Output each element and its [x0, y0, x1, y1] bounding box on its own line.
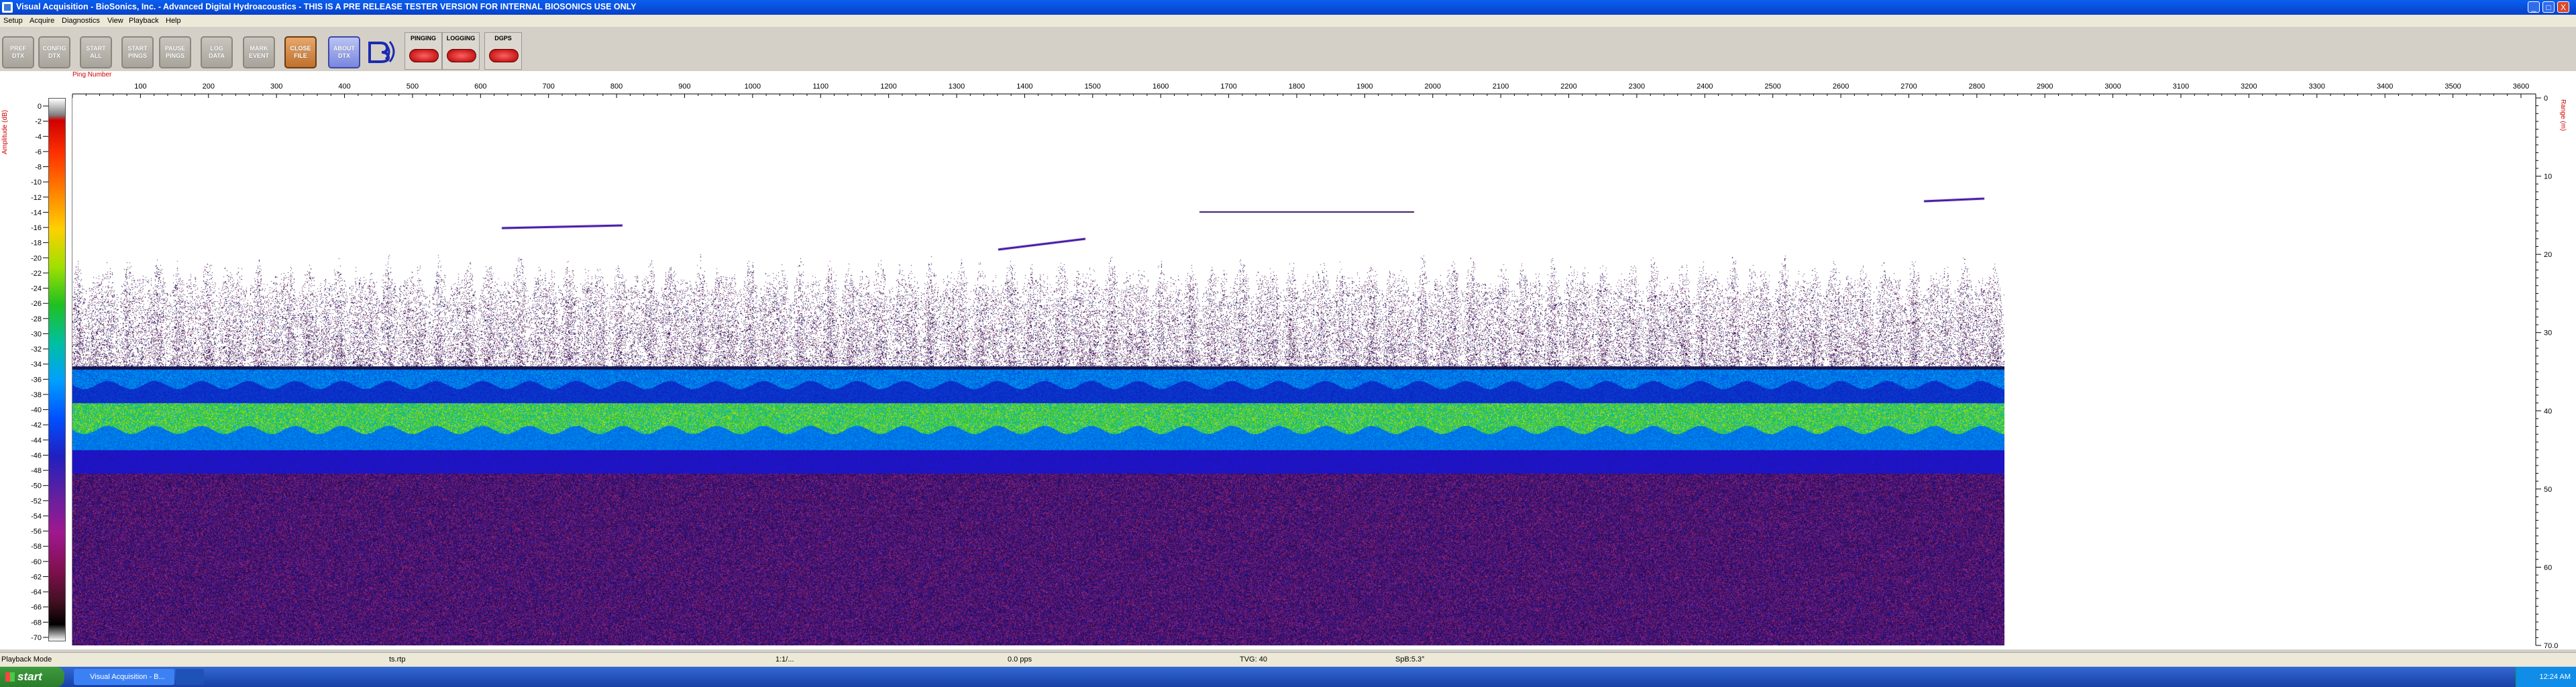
window-title: Visual Acquisition - BioSonics, Inc. - A…: [16, 2, 637, 11]
task-visual-acquisition[interactable]: Visual Acquisition - B...: [74, 669, 174, 685]
dgps-indicator: DGPS: [484, 32, 522, 70]
dgps-label: DGPS: [494, 35, 512, 42]
pinging-indicator: PINGING: [405, 32, 442, 70]
pref-dtx-button[interactable]: PREF DTX: [2, 36, 34, 68]
start-pings-button[interactable]: START PINGS: [121, 36, 154, 68]
taskbar: start Visual Acquisition - B... 12:24 AM: [0, 667, 2576, 687]
task-window[interactable]: [176, 669, 204, 685]
logging-indicator: LOGGING: [442, 32, 480, 70]
config-dtx-button[interactable]: CONFIG DTX: [38, 36, 70, 68]
status-spb: SpB:5.3°: [1395, 655, 1425, 664]
status-file: ts.rtp: [389, 655, 406, 664]
system-tray: 12:24 AM: [2516, 667, 2576, 687]
amplitude-axis-title: Amplitude (dB): [1, 109, 9, 154]
status-mode: Playback Mode: [1, 655, 52, 664]
pinging-led-icon: [409, 49, 439, 62]
amplitude-colorbar: [48, 98, 66, 641]
app-icon: [2, 2, 13, 13]
dgps-led-icon: [489, 49, 519, 62]
echogram-image[interactable]: [72, 98, 2004, 645]
windows-flag-icon: [5, 672, 15, 682]
mark-event-button[interactable]: MARK EVENT: [243, 36, 275, 68]
start-all-button[interactable]: START ALL: [80, 36, 112, 68]
range-axis-title: Range (m): [2559, 99, 2567, 131]
start-button[interactable]: start: [0, 667, 64, 687]
maximize-button[interactable]: □: [2542, 1, 2555, 13]
menu-diagnostics[interactable]: Diagnostics: [62, 17, 100, 25]
biosonics-logo-icon: [368, 41, 395, 63]
close-button[interactable]: X: [2557, 1, 2569, 13]
start-label: start: [17, 670, 42, 683]
menu-playback[interactable]: Playback: [129, 17, 159, 25]
about-dtx-button[interactable]: ABOUT DTX: [328, 36, 360, 68]
menu-setup[interactable]: Setup: [3, 17, 23, 25]
menu-acquire[interactable]: Acquire: [30, 17, 54, 25]
close-file-button[interactable]: CLOSE FILE: [284, 36, 317, 68]
logging-label: LOGGING: [446, 35, 476, 42]
title-bar: Visual Acquisition - BioSonics, Inc. - A…: [0, 0, 2576, 15]
x-axis-title: Ping Number: [72, 71, 112, 78]
status-ping: 1:1/...: [775, 655, 794, 664]
status-bar: Playback Mode ts.rtp 1:1/... 0.0 pps TVG…: [0, 652, 2576, 666]
status-tvg: TVG: 40: [1240, 655, 1267, 664]
menu-bar: Setup Acquire Diagnostics View Playback …: [0, 15, 2576, 27]
menu-view[interactable]: View: [107, 17, 123, 25]
log-data-button[interactable]: LOG DATA: [201, 36, 233, 68]
logging-led-icon: [447, 49, 476, 62]
pause-pings-button[interactable]: PAUSE PINGS: [159, 36, 191, 68]
menu-help[interactable]: Help: [166, 17, 181, 25]
minimize-button[interactable]: _: [2528, 1, 2540, 13]
clock: 12:24 AM: [2539, 673, 2571, 681]
pinging-label: PINGING: [410, 35, 436, 42]
status-rate: 0.0 pps: [1008, 655, 1032, 664]
